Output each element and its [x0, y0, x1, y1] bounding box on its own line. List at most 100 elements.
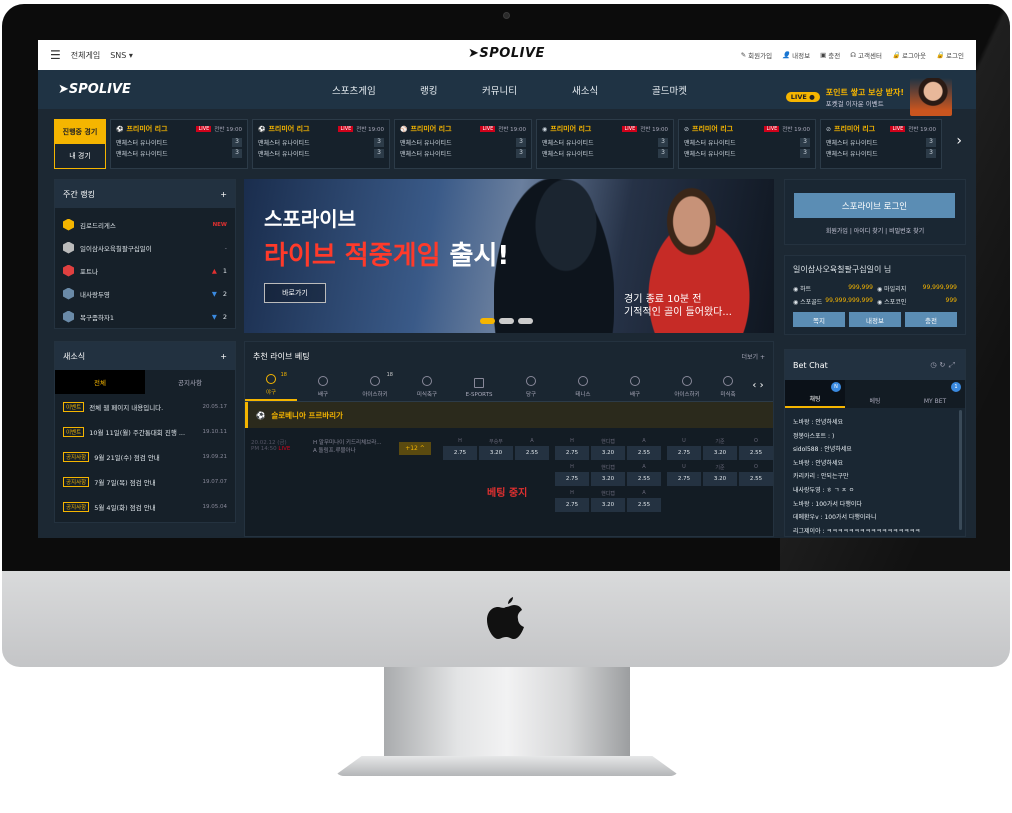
- link-logout[interactable]: 🔒 로그아웃: [892, 50, 926, 60]
- tab-sport[interactable]: 배구: [609, 370, 661, 401]
- match-card[interactable]: ◉ 프리미어 리그 LIVE 전반 19:00 맨체스터 유나이티드 3 맨체스터 유나…: [536, 119, 674, 169]
- news-item[interactable]: 이벤트 10월 11일(월) 주간통대회 진행 ... 19.10.11: [55, 419, 235, 444]
- nav-item-community[interactable]: 커뮤니티: [482, 83, 572, 97]
- match-card[interactable]: ⚽ 프리미어 리그 LIVE 전반 19:00 맨체스터 유나이티드 3 맨체스터 유나…: [110, 119, 248, 169]
- tab-my-matches[interactable]: 내 경기: [54, 144, 106, 169]
- odds-cell[interactable]: 3.20: [479, 446, 513, 460]
- tab-sport[interactable]: 배구: [297, 370, 349, 401]
- odds-cell[interactable]: 2.75: [555, 498, 589, 512]
- team-name: 맨체스터 유나이티드: [826, 140, 878, 147]
- carousel-dot[interactable]: [518, 318, 533, 324]
- odds-cell[interactable]: 2.75: [667, 446, 701, 460]
- nav-item-news[interactable]: 새소식: [572, 83, 652, 97]
- tab-sport[interactable]: 아이스하키: [661, 370, 713, 401]
- chevron-right-icon[interactable]: ›: [956, 133, 962, 149]
- sport-tabs: 야구 18 배구 아이스하키 18 미식축구 E-SPORTS 당구 테니스 배구 …: [245, 370, 773, 402]
- odds-cell[interactable]: 2.55: [627, 472, 661, 486]
- banner-go-button[interactable]: 바로가기: [264, 283, 326, 303]
- ranking-row[interactable]: 일이삼사오육칠팔구십일이 -: [55, 236, 235, 259]
- link-myinfo[interactable]: 👤 내정보: [782, 50, 810, 60]
- tab-sport[interactable]: E-SPORTS: [453, 370, 505, 401]
- match-card[interactable]: ⚽ 프리미어 리그 LIVE 전반 19:00 맨체스터 유나이티드 3 맨체스터 유나…: [252, 119, 390, 169]
- news-item[interactable]: 이벤트 전체 웹 페이지 내용입니다. 20.05.17: [55, 394, 235, 419]
- odds-cell[interactable]: 3.20: [591, 472, 625, 486]
- link-login[interactable]: 🔒 로그인: [936, 50, 964, 60]
- odds-cell[interactable]: 2.55: [515, 446, 549, 460]
- odds-cell[interactable]: 2.55: [739, 472, 773, 486]
- chevron-left-right-icon[interactable]: ‹ ›: [743, 370, 773, 401]
- tab-sport[interactable]: 야구 18: [245, 370, 297, 401]
- news-item[interactable]: 공지사항 9월 21일(수) 점검 안내 19.09.21: [55, 444, 235, 469]
- tab-sport[interactable]: 미식축: [713, 370, 743, 401]
- carousel-dots[interactable]: [480, 318, 533, 324]
- odds-cell[interactable]: 2.75: [443, 446, 477, 460]
- news-item[interactable]: 공지사항 7월 7일(목) 점검 안내 19.07.07: [55, 469, 235, 494]
- odds-cell[interactable]: 3.20: [703, 472, 737, 486]
- plus-icon[interactable]: +: [220, 190, 227, 199]
- tab-live-matches[interactable]: 진행중 경기: [54, 119, 106, 144]
- ranking-row[interactable]: 김로드리게스 NEW: [55, 213, 235, 236]
- tab-betting[interactable]: 베팅: [845, 380, 905, 408]
- carousel-dot[interactable]: [480, 318, 495, 324]
- ranking-name: 내사랑두영: [80, 290, 110, 299]
- expand-icon[interactable]: ⤢: [948, 361, 957, 369]
- link-charge[interactable]: ▣ 충전: [820, 50, 840, 60]
- account-links[interactable]: 회원가입 | 아이디 찾기 | 비밀번호 찾기: [785, 226, 965, 235]
- football-icon: [422, 376, 432, 386]
- charge-button[interactable]: 충전: [905, 312, 957, 327]
- match-league: 프리미어 리그: [126, 125, 168, 133]
- hamburger-menu-icon[interactable]: ☰: [50, 49, 61, 61]
- tab-sport[interactable]: 미식축구: [401, 370, 453, 401]
- odds-cell[interactable]: 2.75: [555, 472, 589, 486]
- odds-cell[interactable]: 3.20: [703, 446, 737, 460]
- edit-icon: ✎: [740, 51, 747, 59]
- link-support[interactable]: ☊ 고객센터: [850, 50, 882, 60]
- billiards-icon: [526, 376, 536, 386]
- match-card[interactable]: ⊘ 프리미어 리그 LIVE 전반 19:00 맨체스터 유나이티드 3 맨체스터 유나…: [678, 119, 816, 169]
- hero-banner[interactable]: 스포라이브 라이브 적중게임 출시! 바로가기 경기 종료 10분 전 기적적인 …: [244, 179, 774, 333]
- odds-row: 2.75 3.20 2.55: [555, 446, 661, 460]
- ranking-row[interactable]: 복구좀하자1 ▼ 2: [55, 305, 235, 328]
- tab-chat[interactable]: 채팅 N: [785, 380, 845, 408]
- match-card[interactable]: ⊘ 프리미어 리그 LIVE 전반 19:00 맨체스터 유나이티드 3 맨체스터 유나…: [820, 119, 942, 169]
- ranking-row[interactable]: 포트나 ▲ 1: [55, 259, 235, 282]
- chat-scrollbar[interactable]: [959, 410, 962, 530]
- nav-item-goldmarket[interactable]: 골드마켓: [652, 83, 712, 97]
- tab-sport[interactable]: 당구: [505, 370, 557, 401]
- promo-banner[interactable]: LIVE ● 포인트 쌓고 보상 받자! 포켓걸 이자윤 이벤트: [785, 78, 952, 116]
- menu-all-games[interactable]: 전체게임: [71, 50, 100, 61]
- tab-news-notice[interactable]: 공지사항: [145, 370, 235, 394]
- message-button[interactable]: 쪽지: [793, 312, 845, 327]
- link-join[interactable]: ✎ 회원가입: [741, 50, 772, 60]
- plus-icon[interactable]: +: [220, 352, 227, 361]
- nav-item-ranking[interactable]: 랭킹: [420, 83, 482, 97]
- top-logo[interactable]: ➤SPOLIVE: [468, 46, 545, 61]
- news-tag: 공지사항: [63, 451, 90, 462]
- carousel-dot[interactable]: [499, 318, 514, 324]
- tab-my-bet[interactable]: MY BET 1: [905, 380, 965, 408]
- nav-logo[interactable]: ➤SPOLIVE: [58, 82, 131, 97]
- login-button[interactable]: 스포라이브 로그인: [794, 193, 955, 218]
- menu-sns[interactable]: SNS ▾: [110, 51, 133, 60]
- banner-caption: 경기 종료 10분 전 기적적인 골이 들어왔다...: [624, 294, 732, 318]
- user-icon: 👤: [782, 51, 791, 59]
- handicap-toggle[interactable]: +12 ^: [399, 442, 431, 455]
- ranking-row[interactable]: 내사랑두영 ▼ 2: [55, 282, 235, 305]
- league-header[interactable]: ⚽ 슬로베니아 프르바리가: [245, 402, 773, 428]
- nav-item-sports[interactable]: 스포츠게임: [332, 83, 420, 97]
- odds-cell[interactable]: 3.20: [591, 498, 625, 512]
- tab-sport[interactable]: 아이스하키 18: [349, 370, 401, 401]
- match-card[interactable]: ⚾ 프리미어 리그 LIVE 전반 19:00 맨체스터 유나이티드 3 맨체스터 유나…: [394, 119, 532, 169]
- odds-cell[interactable]: 2.75: [555, 446, 589, 460]
- odds-cell[interactable]: 2.55: [739, 446, 773, 460]
- clock-icon[interactable]: ◷: [930, 361, 939, 369]
- news-item[interactable]: 공지사항 5월 4일(화) 점검 안내 19.05.04: [55, 494, 235, 519]
- myinfo-button[interactable]: 내정보: [849, 312, 901, 327]
- odds-cell[interactable]: 3.20: [591, 446, 625, 460]
- odds-cell[interactable]: 2.75: [667, 472, 701, 486]
- tab-sport[interactable]: 테니스: [557, 370, 609, 401]
- odds-cell[interactable]: 2.55: [627, 446, 661, 460]
- odds-cell[interactable]: 2.55: [627, 498, 661, 512]
- more-link[interactable]: 더보기 +: [742, 352, 766, 361]
- tab-news-all[interactable]: 전체: [55, 370, 145, 394]
